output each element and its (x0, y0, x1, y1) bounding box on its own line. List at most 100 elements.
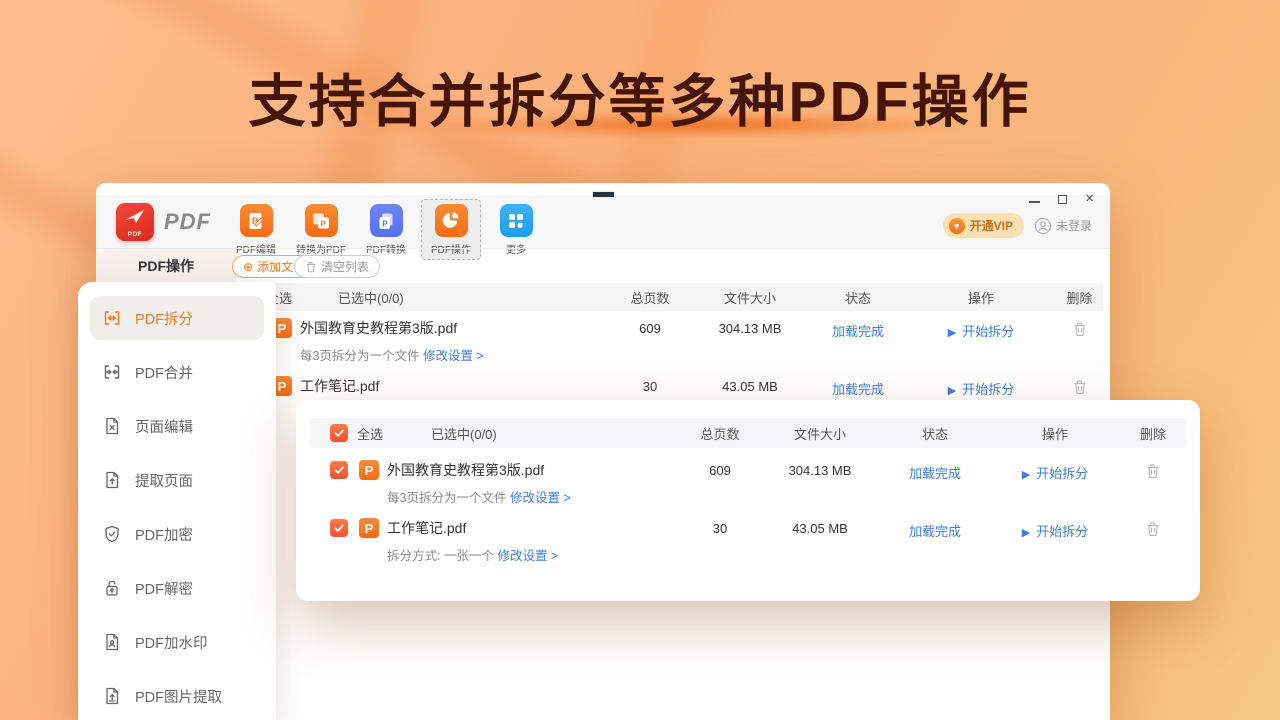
pdf-file-icon: P (359, 460, 379, 480)
delete-icon[interactable] (1072, 321, 1088, 337)
pdf-file-icon: P (359, 518, 379, 538)
select-all-label[interactable]: 全选 (357, 424, 383, 443)
sidebar-panel: PDF拆分 PDF合并 页面编辑 提取页面 PDF加密 PDF解密 PDF加水印… (78, 282, 276, 720)
size-value: 304.13 MB (788, 463, 852, 478)
window-controls: × (1029, 191, 1094, 206)
row-checkbox[interactable] (330, 461, 348, 479)
selected-count: 已选中(0/0) (431, 426, 497, 442)
divider (96, 248, 1110, 249)
overlay-table-header: 全选 已选中(0/0) 总页数 文件大小 状态 操作 删除 (310, 418, 1186, 448)
modify-settings-link[interactable]: 修改设置 > (423, 349, 484, 363)
pdf-ops-icon (434, 204, 468, 237)
play-icon: ▶ (1021, 527, 1031, 539)
hero-title: 支持合并拆分等多种PDF操作 (248, 70, 1032, 134)
modify-settings-link[interactable]: 修改设置 > (497, 549, 558, 563)
row-checkbox[interactable] (330, 519, 348, 537)
sidebar-item-pdf-decrypt[interactable]: PDF解密 (90, 566, 264, 610)
size-value: 304.13 MB (718, 321, 782, 336)
start-split-button[interactable]: ▶ 开始拆分 (906, 318, 1056, 340)
circle-plus-icon: ⊕ (243, 259, 254, 274)
pdf-convert-icon: P (369, 204, 403, 237)
app-logo: PDF PDF (116, 203, 211, 241)
col-action: 操作 (1041, 426, 1068, 442)
delete-icon[interactable] (1072, 379, 1088, 395)
col-size: 文件大小 (723, 290, 776, 306)
play-icon: ▶ (947, 385, 957, 397)
status-value: 加载完成 (831, 324, 884, 339)
col-delete: 删除 (1139, 426, 1166, 442)
svg-text:P: P (382, 219, 388, 228)
modify-settings-link[interactable]: 修改设置 > (510, 491, 571, 505)
check-icon (334, 466, 344, 474)
delete-icon[interactable] (1145, 463, 1161, 479)
table-row[interactable]: P 外国教育史教程第3版.pdf 每3页拆分为一个文件 修改设置 > 609 3… (310, 460, 1186, 506)
delete-icon[interactable] (1145, 521, 1161, 537)
trash-icon (306, 261, 316, 272)
maximize-icon[interactable] (1058, 194, 1068, 204)
file-name: 工作笔记.pdf (387, 520, 467, 536)
vip-button[interactable]: ♥ 开通VIP (942, 213, 1024, 238)
nav-item-pdf-convert[interactable]: P PDF转换 (356, 199, 416, 260)
close-icon[interactable]: × (1085, 191, 1094, 206)
col-action: 操作 (967, 290, 994, 306)
file-name: 工作笔记.pdf (300, 378, 380, 394)
account-area: ♥ 开通VIP 未登录 (942, 213, 1092, 238)
split-setting: 拆分方式: 一张一个 (387, 549, 494, 563)
table-row[interactable]: P 外国教育史教程第3版.pdf 每3页拆分为一个文件 修改设置 > 609 3… (266, 318, 1103, 364)
pdf-edit-icon: P (239, 204, 273, 237)
size-value: 43.05 MB (722, 379, 778, 394)
nav-item-to-pdf[interactable]: P 转换为PDF (291, 199, 351, 260)
nav-item-more[interactable]: 更多 (486, 199, 546, 260)
selected-count: 已选中(0/0) (338, 290, 404, 306)
image-extract-icon (106, 687, 119, 705)
col-status: 状态 (844, 290, 871, 306)
decorative-notch (592, 191, 615, 198)
decrypt-icon (106, 580, 118, 596)
sidebar-item-pdf-watermark[interactable]: PDF加水印 (90, 620, 264, 664)
encrypt-icon (105, 525, 119, 543)
pages-value: 609 (639, 321, 661, 336)
minimize-icon[interactable] (1029, 201, 1041, 203)
sidebar-item-pdf-image-extract[interactable]: PDF图片提取 (90, 674, 264, 718)
pages-value: 30 (642, 379, 658, 394)
zoomed-table-panel: 全选 已选中(0/0) 总页数 文件大小 状态 操作 删除 P 外国教育史教程第… (296, 400, 1200, 601)
sidebar-item-pdf-split[interactable]: PDF拆分 (90, 296, 264, 340)
start-split-button[interactable]: ▶ 开始拆分 (906, 376, 1056, 398)
page-edit-icon (106, 417, 119, 435)
sidebar-item-extract-page[interactable]: 提取页面 (90, 458, 264, 502)
svg-text:P: P (321, 219, 327, 228)
col-pages: 总页数 (700, 426, 740, 442)
split-setting: 每3页拆分为一个文件 (300, 349, 420, 363)
start-split-button[interactable]: ▶ 开始拆分 (990, 460, 1120, 482)
clear-list-button[interactable]: 清空列表 (294, 255, 381, 278)
file-table-header: 全选 已选中(0/0) 总页数 文件大小 状态 操作 删除 (266, 283, 1103, 311)
user-icon (1034, 217, 1052, 234)
col-delete: 删除 (1066, 290, 1093, 306)
select-all-checkbox[interactable] (330, 424, 348, 442)
pages-value: 609 (709, 463, 731, 478)
status-value: 加载完成 (908, 466, 961, 481)
brand-text: PDF (164, 209, 211, 234)
play-icon: ▶ (1021, 469, 1031, 481)
split-icon (104, 311, 120, 325)
login-button[interactable]: 未登录 (1034, 217, 1092, 235)
merge-icon (104, 365, 120, 379)
section-title: PDF操作 (96, 249, 236, 283)
sidebar-item-pdf-encrypt[interactable]: PDF加密 (90, 512, 264, 556)
sidebar-item-page-edit[interactable]: 页面编辑 (90, 404, 264, 448)
pdf-logo-icon: PDF (116, 203, 154, 241)
file-name: 外国教育史教程第3版.pdf (387, 462, 545, 478)
split-setting: 每3页拆分为一个文件 (387, 491, 507, 505)
col-status: 状态 (921, 426, 948, 442)
extract-page-icon (106, 471, 119, 489)
pages-value: 30 (712, 521, 728, 536)
to-pdf-icon: P (304, 204, 338, 237)
sidebar-item-pdf-merge[interactable]: PDF合并 (90, 350, 264, 394)
start-split-button[interactable]: ▶ 开始拆分 (990, 518, 1120, 540)
watermark-icon (106, 633, 119, 651)
check-icon (334, 524, 344, 532)
file-name: 外国教育史教程第3版.pdf (300, 320, 458, 336)
nav-item-pdf-ops[interactable]: PDF操作 (421, 199, 481, 260)
top-nav: P PDF编辑 P 转换为PDF P PDF转换 PDF操作 更多 (226, 199, 546, 260)
table-row[interactable]: P 工作笔记.pdf 拆分方式: 一张一个 修改设置 > 30 43.05 MB… (310, 518, 1186, 564)
